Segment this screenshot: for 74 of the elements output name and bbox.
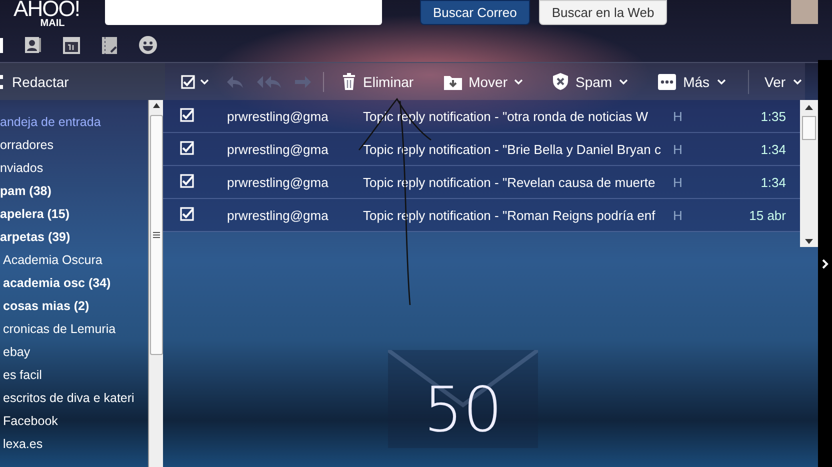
preview-text: H bbox=[673, 108, 684, 124]
view-button[interactable]: Ver bbox=[748, 70, 802, 94]
folder-item[interactable]: ebay bbox=[0, 344, 148, 367]
folder-item[interactable]: nviados bbox=[0, 160, 148, 183]
more-button[interactable]: Más bbox=[658, 70, 726, 94]
caret-icon[interactable] bbox=[514, 78, 524, 84]
spam-button[interactable]: Spam bbox=[553, 70, 628, 94]
shield-x-icon[interactable] bbox=[553, 73, 568, 90]
message-checkbox[interactable] bbox=[180, 108, 194, 122]
dots-icon[interactable] bbox=[658, 74, 676, 90]
calendar-icon[interactable] bbox=[63, 36, 80, 54]
move-button[interactable]: Mover bbox=[444, 70, 524, 94]
time-text: 1:35 bbox=[760, 108, 786, 124]
folder-item[interactable]: pam (38) bbox=[0, 183, 148, 206]
logo-subtitle: MAIL bbox=[40, 18, 65, 29]
folder-item[interactable]: lexa.es bbox=[0, 436, 148, 459]
folder-item[interactable]: academia osc (34) bbox=[0, 275, 148, 298]
scrollbar[interactable] bbox=[148, 100, 163, 467]
delete-button[interactable]: Eliminar bbox=[342, 70, 414, 94]
folder-item[interactable]: es facil bbox=[0, 367, 148, 390]
message-checkbox[interactable] bbox=[180, 174, 194, 188]
caret-icon[interactable] bbox=[716, 78, 726, 84]
preview-text: H bbox=[673, 142, 684, 156]
time-text: 1:34 bbox=[760, 174, 786, 190]
folder-item[interactable]: Academia Oscura bbox=[0, 252, 148, 275]
folder-item[interactable]: cronicas de Lemuria bbox=[0, 321, 148, 344]
select-all-checkbox[interactable] bbox=[181, 74, 195, 88]
subject-text: Topic reply notification - "Brie Bella y Daniel Bryan c bbox=[363, 142, 662, 156]
caret-icon[interactable] bbox=[619, 78, 628, 84]
folder-item[interactable]: Facebook bbox=[0, 413, 148, 436]
sender-text: prwrestling@gma bbox=[227, 108, 330, 124]
message-row[interactable]: prwrestling@gma Topic reply notification - "Brie Bella y Daniel Bryan c H 1:34 bbox=[163, 133, 800, 166]
caret-icon[interactable] bbox=[200, 78, 209, 84]
time-text: 15 abr bbox=[749, 208, 786, 222]
subject-text: Topic reply notification - "Roman Reigns podría enf bbox=[363, 208, 656, 222]
search-button[interactable]: Buscar Correo bbox=[420, 0, 530, 25]
compose-button[interactable]: Redactar bbox=[12, 74, 69, 90]
grip-icon[interactable] bbox=[152, 232, 160, 238]
message-row[interactable]: prwrestling@gma Topic reply notification - "Roman Reigns podría enf H 15 abr bbox=[163, 199, 800, 232]
unread-count: 50 bbox=[424, 372, 502, 446]
search-button[interactable]: Buscar en la Web bbox=[538, 0, 668, 25]
scroll-up-icon[interactable] bbox=[805, 105, 813, 110]
folder-item[interactable]: escritos de diva e kateri bbox=[0, 390, 148, 413]
notepad-icon[interactable] bbox=[102, 36, 117, 54]
folder-item[interactable]: cosas mias (2) bbox=[0, 298, 148, 321]
message-checkbox[interactable] bbox=[180, 140, 194, 154]
preview-text: H bbox=[673, 174, 684, 190]
subject-text: Topic reply notification - "otra ronda de noticias W bbox=[363, 108, 649, 124]
scroll-thumb[interactable] bbox=[150, 115, 162, 355]
logo-text[interactable]: AHOO! bbox=[14, 0, 80, 20]
folder-item[interactable]: orradores bbox=[0, 137, 148, 160]
trash-icon[interactable] bbox=[342, 73, 356, 90]
subject-text: Topic reply notification - "Revelan causa de muerte bbox=[363, 174, 656, 190]
scroll-up-icon[interactable] bbox=[152, 103, 160, 108]
message-row[interactable]: prwrestling@gma Topic reply notification - "otra ronda de noticias W H 1:35 bbox=[163, 100, 800, 133]
message-row[interactable]: prwrestling@gma Topic reply notification - "Revelan causa de muerte H 1:34 bbox=[163, 166, 800, 199]
chevron-right-icon[interactable] bbox=[821, 258, 829, 268]
sender-text: prwrestling@gma bbox=[227, 208, 330, 222]
caret-icon[interactable] bbox=[792, 78, 802, 84]
search-field[interactable] bbox=[105, 0, 382, 25]
folder-item[interactable]: apelera (15) bbox=[0, 206, 148, 229]
preview-text: H bbox=[673, 208, 684, 222]
scroll-down-icon[interactable] bbox=[805, 239, 813, 244]
folder-item[interactable]: andeja de entrada bbox=[0, 114, 148, 137]
smiley-icon[interactable] bbox=[139, 36, 157, 54]
folder-item[interactable]: arpetas (39) bbox=[0, 229, 148, 252]
sender-text: prwrestling@gma bbox=[227, 174, 330, 190]
scroll-thumb[interactable] bbox=[802, 116, 816, 140]
message-checkbox[interactable] bbox=[180, 206, 194, 220]
contacts-icon[interactable] bbox=[25, 37, 41, 53]
scrollbar[interactable] bbox=[800, 100, 818, 247]
time-text: 1:34 bbox=[760, 142, 786, 156]
folder-arrow-icon[interactable] bbox=[444, 74, 462, 90]
sender-text: prwrestling@gma bbox=[227, 142, 330, 156]
